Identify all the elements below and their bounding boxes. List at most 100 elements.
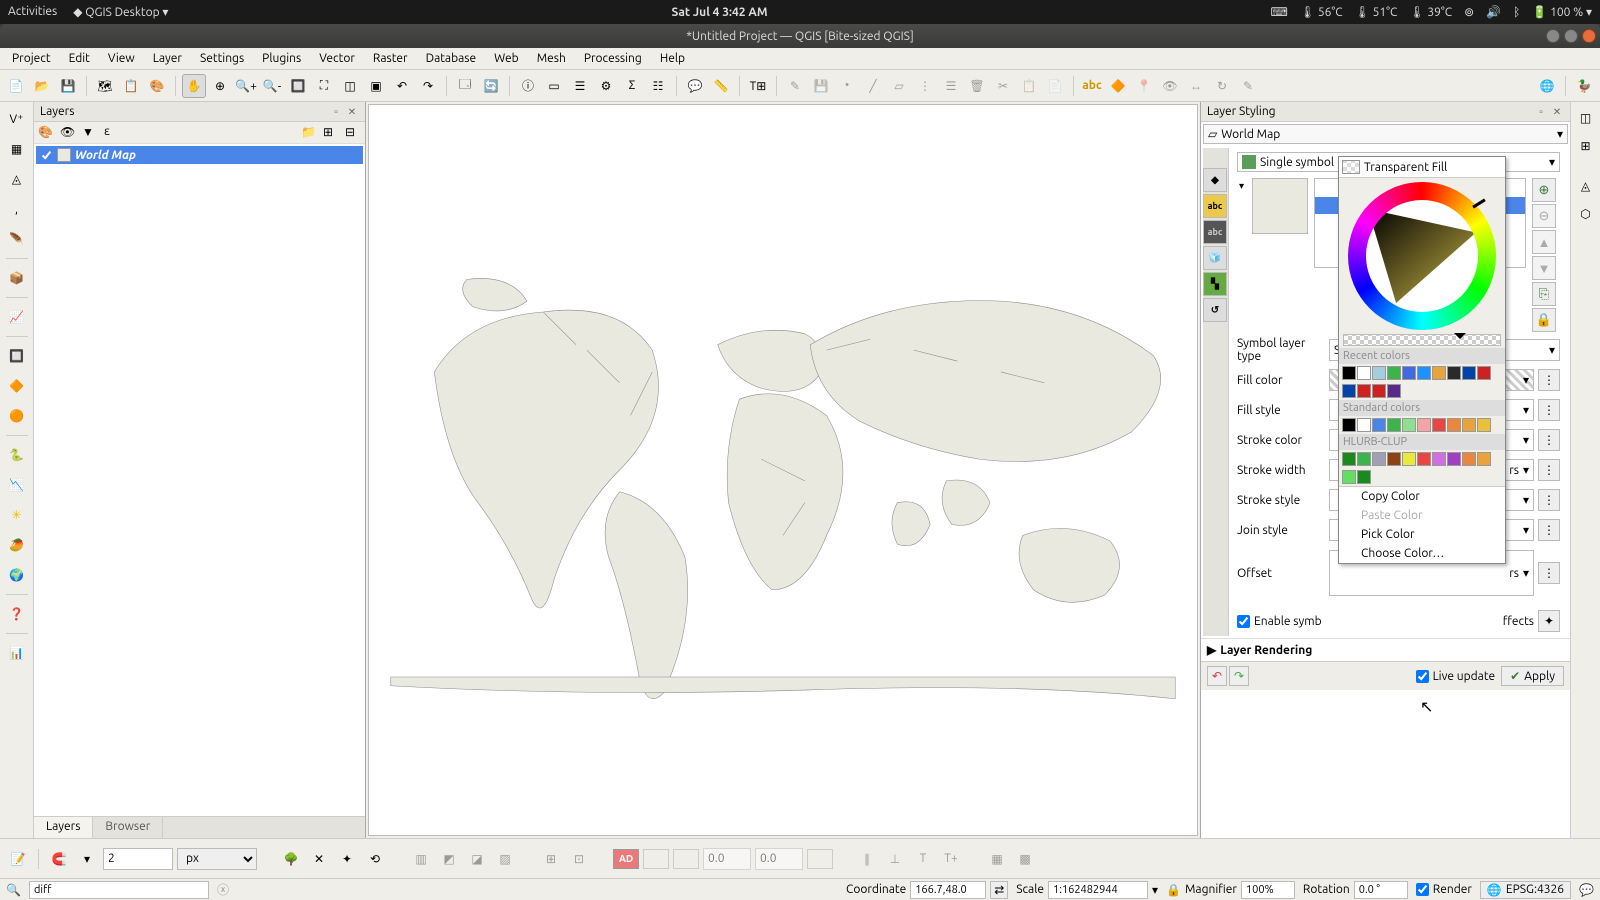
- magnifier-input[interactable]: [1241, 881, 1295, 899]
- copy-features-button[interactable]: 📋: [1017, 74, 1041, 98]
- new-geopackage-button[interactable]: 📦: [4, 265, 30, 291]
- layer-rendering-section[interactable]: ▶ Layer Rendering: [1201, 638, 1570, 661]
- menu-processing[interactable]: Processing: [576, 50, 650, 67]
- paste-features-button[interactable]: 📄: [1043, 74, 1067, 98]
- statistics-button[interactable]: Σ: [620, 74, 644, 98]
- tab-layers[interactable]: Layers: [34, 817, 93, 838]
- grass-plugin-button[interactable]: ✳: [4, 502, 30, 528]
- appmenu-button[interactable]: ◆ QGIS Desktop ▾: [73, 5, 168, 19]
- zoom-next-button[interactable]: ↷: [416, 74, 440, 98]
- color-swatch[interactable]: [1357, 384, 1371, 398]
- color-swatch[interactable]: [1402, 418, 1416, 432]
- snap-tolerance-input[interactable]: [103, 848, 173, 870]
- activities-button[interactable]: Activities: [8, 5, 57, 19]
- color-wheel[interactable]: [1348, 182, 1496, 330]
- new-map-view-button[interactable]: 🗔: [453, 74, 477, 98]
- color-swatch[interactable]: [1387, 452, 1401, 466]
- maptips-button[interactable]: 💬: [683, 74, 707, 98]
- snap-unit-selector[interactable]: px: [177, 848, 257, 870]
- menu-help[interactable]: Help: [652, 50, 693, 67]
- plugin-c-button[interactable]: 🟠: [4, 403, 30, 429]
- locator-search-input[interactable]: [29, 881, 209, 899]
- pick-color-item[interactable]: Pick Color: [1339, 525, 1505, 544]
- color-swatch[interactable]: [1342, 366, 1356, 380]
- color-sv-marker[interactable]: [1440, 283, 1448, 291]
- snap-intersect-button[interactable]: ✦: [335, 847, 359, 871]
- cad-construction-button[interactable]: ⊡: [567, 847, 591, 871]
- menu-edit[interactable]: Edit: [61, 50, 98, 67]
- menu-raster[interactable]: Raster: [365, 50, 416, 67]
- color-swatch[interactable]: [1462, 418, 1476, 432]
- edit-toggle-button[interactable]: ✎: [783, 74, 807, 98]
- enable-symbol-checkbox[interactable]: [1237, 615, 1250, 628]
- add-symbol-layer-button[interactable]: ⊕: [1532, 178, 1556, 202]
- tab-browser[interactable]: Browser: [93, 817, 163, 838]
- color-swatch[interactable]: [1477, 366, 1491, 380]
- zoom-last-button[interactable]: ↶: [390, 74, 414, 98]
- duplicate-symbol-button[interactable]: ⎘: [1532, 282, 1556, 306]
- window-maximize-button[interactable]: [1564, 29, 1578, 43]
- color-swatch[interactable]: [1357, 452, 1371, 466]
- advanced-digitize-d-button[interactable]: ▨: [493, 847, 517, 871]
- color-swatch[interactable]: [1387, 384, 1401, 398]
- diagram-tool-button[interactable]: 🔶: [1106, 74, 1130, 98]
- render-checkbox[interactable]: Render: [1416, 883, 1472, 896]
- add-polygon-button[interactable]: ▱: [887, 74, 911, 98]
- multi-edit-button[interactable]: ☰: [939, 74, 963, 98]
- move-up-symbol-button[interactable]: ▲: [1532, 230, 1556, 254]
- color-swatch[interactable]: [1447, 418, 1461, 432]
- color-swatch[interactable]: [1477, 452, 1491, 466]
- coordinate-input[interactable]: [910, 881, 986, 899]
- color-swatch[interactable]: [1372, 418, 1386, 432]
- layers-panel-undock-button[interactable]: ▫: [329, 105, 343, 119]
- styling-layer-selector[interactable]: ▱ World Map ▾: [1203, 124, 1568, 144]
- cad-t-button[interactable]: T: [911, 847, 935, 871]
- change-label-button[interactable]: ✎: [1236, 74, 1260, 98]
- alpha-marker[interactable]: [1454, 333, 1466, 345]
- plugin-network-button[interactable]: 🌐: [1535, 74, 1559, 98]
- color-swatch[interactable]: [1357, 418, 1371, 432]
- layer-visibility-checkbox[interactable]: [40, 149, 53, 162]
- expand-all-icon[interactable]: ε: [104, 125, 120, 141]
- color-swatch[interactable]: [1342, 452, 1356, 466]
- offset-dd-button[interactable]: ⋮: [1538, 562, 1560, 584]
- alpha-slider[interactable]: [1343, 334, 1501, 346]
- zoom-native-button[interactable]: 🔲: [286, 74, 310, 98]
- color-swatch[interactable]: [1447, 452, 1461, 466]
- python-console-button[interactable]: 🐍: [4, 442, 30, 468]
- menu-vector[interactable]: Vector: [311, 50, 363, 67]
- color-swatch[interactable]: [1477, 418, 1491, 432]
- draw-effects-button[interactable]: ✦: [1538, 610, 1560, 632]
- chart-plugin-button[interactable]: 📈: [4, 304, 30, 330]
- color-swatch[interactable]: [1402, 452, 1416, 466]
- style-preset-icon[interactable]: 🎨: [38, 125, 54, 141]
- open-project-button[interactable]: 📂: [30, 74, 54, 98]
- zoom-selection-button[interactable]: ◫: [338, 74, 362, 98]
- color-swatch[interactable]: [1402, 366, 1416, 380]
- volume-icon[interactable]: 🔊: [1486, 5, 1501, 19]
- menu-project[interactable]: Project: [4, 50, 59, 67]
- styling-panel-close-button[interactable]: ✕: [1550, 105, 1564, 119]
- style-manager-button[interactable]: 🎨: [145, 74, 169, 98]
- zoom-out-button[interactable]: 🔍-: [260, 74, 284, 98]
- manage-map-themes-icon[interactable]: ⊞: [323, 125, 339, 141]
- style-redo-button[interactable]: ↷: [1229, 666, 1249, 686]
- window-close-button[interactable]: [1582, 29, 1596, 43]
- color-swatch[interactable]: [1342, 384, 1356, 398]
- stroke-style-dd-button[interactable]: ⋮: [1538, 489, 1560, 511]
- color-swatch[interactable]: [1447, 366, 1461, 380]
- cad-toggle-button[interactable]: ⊞: [539, 847, 563, 871]
- graph-plugin-button[interactable]: 📉: [4, 472, 30, 498]
- snapping-options-button[interactable]: ▾: [75, 847, 99, 871]
- advanced-digitize-a-button[interactable]: ▥: [409, 847, 433, 871]
- color-swatch[interactable]: [1417, 418, 1431, 432]
- add-group-icon[interactable]: 📁: [301, 125, 317, 141]
- cad-perp-button[interactable]: ⊥: [883, 847, 907, 871]
- save-edits-button[interactable]: 💾: [809, 74, 833, 98]
- cut-features-button[interactable]: ✂: [991, 74, 1015, 98]
- keyboard-icon[interactable]: ⌨: [1271, 5, 1288, 19]
- advanced-digitize-b-button[interactable]: ◩: [437, 847, 461, 871]
- join-style-dd-button[interactable]: ⋮: [1538, 519, 1560, 541]
- masks-tab[interactable]: abc: [1203, 220, 1227, 244]
- identify-button[interactable]: ⓘ: [516, 74, 540, 98]
